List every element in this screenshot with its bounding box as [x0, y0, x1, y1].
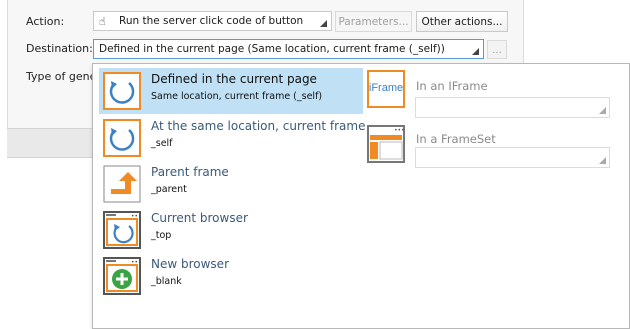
destination-dropdown-popup: Defined in the current page Same locatio…	[92, 63, 630, 329]
option-same-location-current-frame[interactable]: At the same location, current frame _sel…	[99, 115, 366, 161]
iframe-option-title: In an IFrame	[416, 79, 488, 93]
frameset-option-title: In a FrameSet	[416, 132, 496, 146]
cursor-hand-icon: ☝	[99, 14, 106, 28]
svg-text:•••: •••	[394, 127, 405, 134]
parent-arrow-icon	[103, 165, 141, 203]
destination-label: Destination:	[26, 42, 93, 55]
option-subtitle: _parent	[151, 184, 187, 195]
option-subtitle: _top	[151, 230, 172, 241]
option-new-browser[interactable]: ••• New browser _blank	[99, 253, 363, 299]
option-subtitle: _self	[151, 138, 173, 149]
action-select[interactable]: ☝ Run the server click code of button	[93, 11, 332, 31]
new-browser-icon: •••	[103, 257, 142, 295]
chevron-down-icon	[472, 48, 479, 55]
refresh-frame-icon	[103, 72, 141, 110]
other-actions-button[interactable]: Other actions...	[416, 11, 508, 32]
option-subtitle: Same location, current frame (_self)	[151, 91, 323, 102]
option-subtitle: _blank	[151, 276, 182, 287]
refresh-frame-icon	[103, 119, 141, 157]
option-defined-in-current-page[interactable]: Defined in the current page Same locatio…	[99, 68, 363, 114]
option-title: New browser	[151, 257, 229, 271]
action-select-value: Run the server click code of button	[119, 15, 304, 27]
frameset-icon[interactable]: •••	[367, 125, 405, 163]
destination-select-value: Defined in the current page (Same locati…	[99, 43, 445, 55]
action-label: Action:	[26, 15, 65, 28]
chevron-down-icon	[320, 20, 327, 27]
chevron-down-icon	[599, 157, 606, 164]
iframe-icon[interactable]: iFrame	[367, 70, 405, 108]
iframe-select[interactable]	[415, 97, 610, 118]
browser-refresh-icon: •••	[103, 211, 142, 249]
option-current-browser[interactable]: ••• Current browser _top	[99, 207, 363, 253]
type-label: Type of genera	[26, 70, 92, 83]
parameters-button[interactable]: Parameters...	[335, 11, 412, 32]
option-title: At the same location, current frame	[151, 119, 366, 133]
destination-select[interactable]: Defined in the current page (Same locati…	[93, 39, 484, 59]
frameset-select[interactable]	[415, 147, 610, 168]
chevron-down-icon	[599, 107, 606, 114]
option-title: Parent frame	[151, 165, 229, 179]
option-title: Defined in the current page	[151, 72, 317, 86]
destination-browse-button[interactable]: ...	[487, 40, 507, 59]
option-title: Current browser	[151, 211, 248, 225]
iframe-icon-text: iFrame	[368, 82, 404, 94]
option-parent-frame[interactable]: Parent frame _parent	[99, 161, 363, 207]
